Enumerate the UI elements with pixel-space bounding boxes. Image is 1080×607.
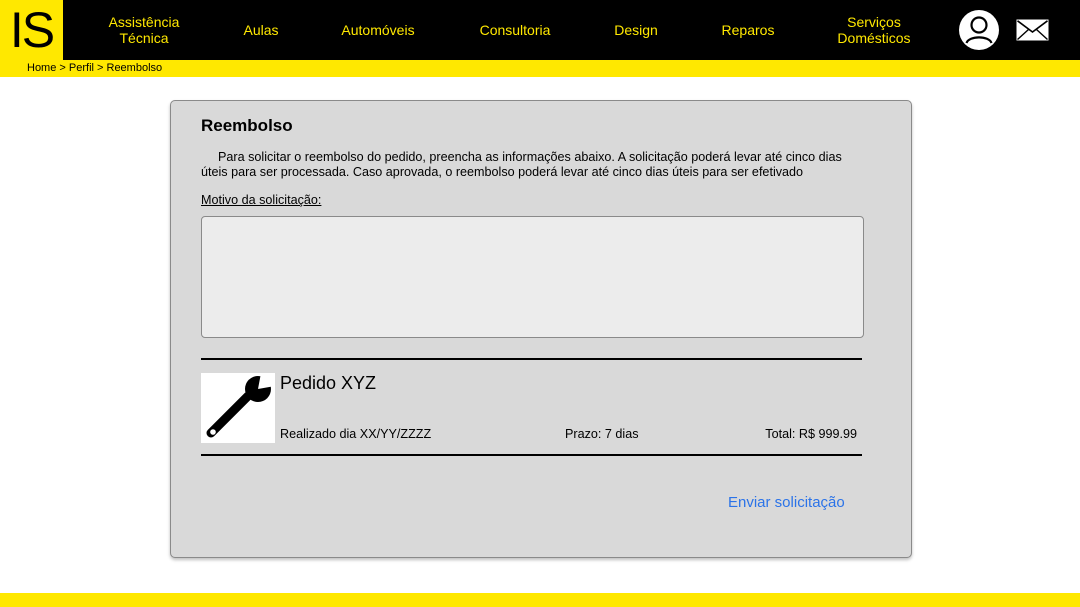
wrench-icon <box>206 372 275 438</box>
nav-item-consultoria[interactable]: Consultoria <box>467 0 563 60</box>
intro-text: Para solicitar o reembolso do pedido, pr… <box>201 150 842 179</box>
envelope-icon[interactable] <box>1016 19 1049 41</box>
reason-label: Motivo da solicitação: <box>201 193 322 207</box>
breadcrumb-perfil[interactable]: Perfil <box>69 62 94 74</box>
breadcrumb-current: Reembolso <box>106 62 163 74</box>
order-total: Total: R$ 999.99 <box>765 427 857 441</box>
breadcrumb-home[interactable]: Home <box>27 62 56 74</box>
order-deadline: Prazo: 7 dias <box>565 427 639 441</box>
logo[interactable]: IS <box>0 0 63 60</box>
nav-item-design[interactable]: Design <box>600 0 672 60</box>
nav-item-label: Reparos <box>721 22 775 38</box>
user-avatar-icon[interactable] <box>958 9 1000 51</box>
order-name: Pedido XYZ <box>280 373 377 393</box>
breadcrumb-separator: > <box>93 62 107 74</box>
nav-item-label: Automóveis <box>341 22 415 38</box>
nav-item-reparos[interactable]: Reparos <box>710 0 786 60</box>
divider <box>201 358 862 360</box>
footer-bar <box>0 593 1080 607</box>
nav-item-label: Serviços Domésticos <box>837 14 911 46</box>
nav-item-label: Design <box>614 22 658 38</box>
divider <box>201 454 862 456</box>
nav-item-assistencia-tecnica[interactable]: Assistência Técnica <box>95 0 193 60</box>
nav-item-aulas[interactable]: Aulas <box>230 0 292 60</box>
nav-item-label: Assistência Técnica <box>108 14 180 46</box>
breadcrumb-separator: > <box>56 62 69 74</box>
page-title: Reembolso <box>201 116 293 135</box>
order-date: Realizado dia XX/YY/ZZZZ <box>280 427 432 441</box>
nav-item-servicos-domesticos[interactable]: Serviços Domésticos <box>824 0 924 60</box>
order-thumbnail <box>201 372 275 443</box>
reason-textarea[interactable] <box>201 216 864 338</box>
submit-request-button[interactable]: Enviar solicitação <box>728 494 845 512</box>
nav-item-label: Consultoria <box>479 22 551 38</box>
breadcrumb: Home > Perfil > Reembolso <box>27 61 162 75</box>
nav-item-automoveis[interactable]: Automóveis <box>330 0 426 60</box>
nav-item-label: Aulas <box>243 22 279 38</box>
